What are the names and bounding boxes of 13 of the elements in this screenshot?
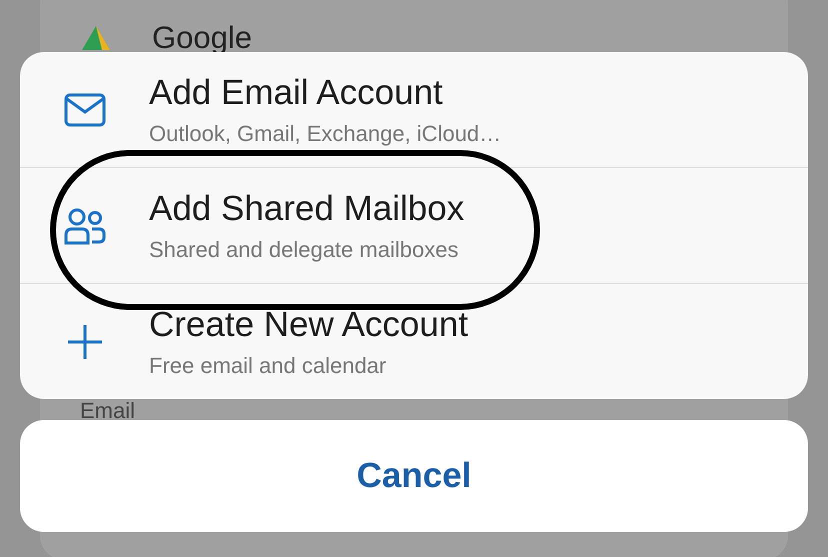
cancel-button[interactable]: Cancel — [20, 420, 808, 532]
option-subtitle: Free email and calendar — [149, 352, 388, 378]
option-title: Add Email Account — [149, 72, 444, 112]
people-icon — [62, 206, 106, 246]
option-subtitle: Outlook, Gmail, Exchange, iCloud… — [149, 120, 502, 146]
triangle-icon — [80, 24, 112, 52]
option-title: Add Shared Mailbox — [149, 188, 464, 228]
plus-icon — [66, 322, 104, 360]
sheet-option[interactable]: Add Shared Mailbox Shared and delegate mailboxes — [20, 167, 808, 283]
mail-icon — [64, 92, 106, 126]
option-subtitle: Shared and delegate mailboxes — [149, 236, 460, 262]
sheet-option[interactable]: Create New Account Free email and calendar — [20, 283, 808, 399]
option-title: Create New Account — [149, 304, 468, 344]
